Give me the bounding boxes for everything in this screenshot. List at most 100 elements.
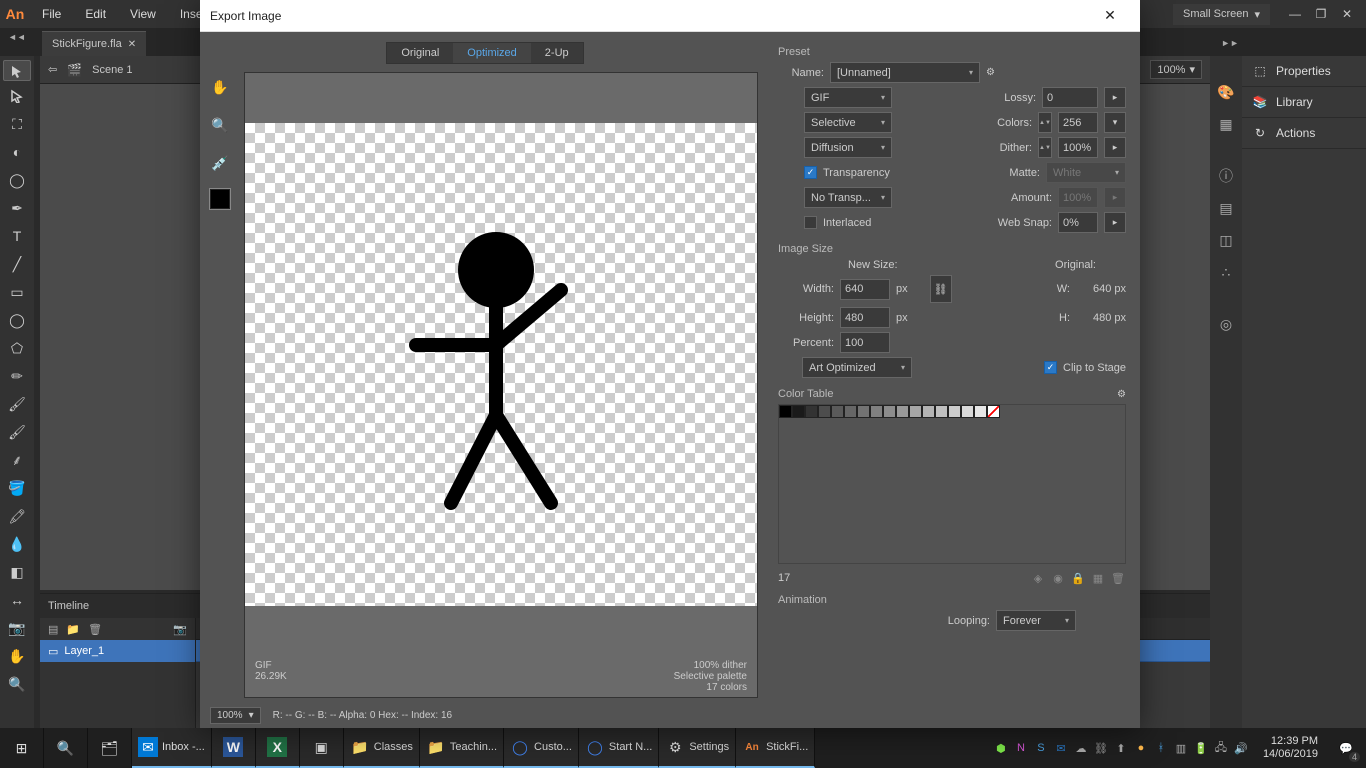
maximize-button[interactable]: ❐ (1312, 6, 1330, 22)
eyedropper-icon[interactable]: 💉 (207, 150, 233, 176)
add-color-icon[interactable]: ▦ (1090, 572, 1106, 588)
taskbar-item[interactable]: 🗂 (88, 728, 132, 768)
taskbar-item[interactable]: 📁Teachin... (420, 728, 504, 768)
ink-bottle-tool[interactable]: 🖍 (3, 503, 31, 529)
color-swatch[interactable] (857, 405, 870, 418)
components-panel-icon[interactable]: ∴ (1214, 260, 1238, 284)
dialog-titlebar[interactable]: Export Image ✕ (200, 0, 1140, 32)
color-table-options-icon[interactable]: ⚙ (1117, 389, 1126, 400)
tray-icon[interactable]: ⬆ (1113, 740, 1129, 756)
taskbar-item[interactable]: ◯Start N... (579, 728, 659, 768)
text-tool[interactable]: T (3, 223, 31, 249)
rectangle-tool[interactable]: ▭ (3, 279, 31, 305)
back-arrow-icon[interactable]: ⇦ (48, 63, 57, 76)
lossy-input[interactable]: 0 (1042, 87, 1098, 108)
interlaced-checkbox[interactable] (804, 216, 817, 229)
line-tool[interactable]: ╱ (3, 251, 31, 277)
taskbar-item[interactable]: AnStickFi... (736, 728, 815, 768)
colors-input[interactable]: 256 (1058, 112, 1098, 133)
transparency-dither-select[interactable]: No Transp... ▾ (804, 187, 892, 208)
battery-icon[interactable]: 🔋 (1193, 740, 1209, 756)
new-layer-icon[interactable]: ▤ (48, 623, 58, 636)
camera-toggle-icon[interactable]: 📷 (173, 623, 187, 636)
preset-name-select[interactable]: [Unnamed] ▾ (830, 62, 980, 83)
document-tab[interactable]: StickFigure.fla ✕ (42, 31, 146, 56)
tab-original[interactable]: Original (387, 43, 453, 63)
ellipse-marquee-tool[interactable]: ◯ (3, 167, 31, 193)
dither-slider-button[interactable]: ▸ (1104, 137, 1126, 158)
hand-tool-icon[interactable]: ✋ (207, 74, 233, 100)
color-panel-icon[interactable]: 🎨 (1214, 80, 1238, 104)
tray-icon[interactable]: ⬢ (993, 740, 1009, 756)
oval-tool[interactable]: ◯ (3, 307, 31, 333)
taskbar-item[interactable]: ◯Custo... (504, 728, 579, 768)
dither-input[interactable]: 100% (1058, 137, 1098, 158)
workspace-switcher[interactable]: Small Screen ▾ (1173, 4, 1270, 25)
transform-panel-icon[interactable]: ◫ (1214, 228, 1238, 252)
polystar-tool[interactable]: ⬠ (3, 335, 31, 361)
collapse-left-icon[interactable]: ◄◄ (8, 32, 26, 42)
bone-tool[interactable]: ⸙ (3, 447, 31, 473)
color-swatch[interactable] (779, 405, 792, 418)
color-swatch[interactable] (987, 405, 1000, 418)
brush-tool[interactable]: 🖌 (3, 391, 31, 417)
subselection-tool[interactable] (3, 83, 31, 109)
volume-icon[interactable]: 🔊 (1233, 740, 1249, 756)
tray-icon[interactable]: ✉ (1053, 740, 1069, 756)
tray-icon[interactable]: ▥ (1173, 740, 1189, 756)
eraser-tool[interactable]: ◧ (3, 559, 31, 585)
foreground-swatch[interactable] (209, 188, 231, 210)
taskbar-item[interactable]: 🔍 (44, 728, 88, 768)
color-swatch[interactable] (922, 405, 935, 418)
delete-color-icon[interactable]: 🗑 (1110, 572, 1126, 588)
info-panel-icon[interactable]: ⓘ (1214, 164, 1238, 188)
free-transform-tool[interactable]: ⛶ (3, 111, 31, 137)
colors-menu-button[interactable]: ▾ (1104, 112, 1126, 133)
transparency-checkbox[interactable]: ✓ (804, 166, 817, 179)
lasso-tool[interactable]: ◐ (3, 139, 31, 165)
taskbar-item[interactable]: ⚙Settings (659, 728, 736, 768)
taskbar-item[interactable]: W (212, 728, 256, 768)
color-swatch[interactable] (948, 405, 961, 418)
properties-panel-tab[interactable]: ⬚ Properties (1242, 56, 1366, 87)
link-dimensions-icon[interactable]: ⛓ (930, 275, 952, 303)
pen-tool[interactable]: ✒ (3, 195, 31, 221)
zoom-tool-panel[interactable]: 🔍 (3, 671, 31, 697)
taskbar-item[interactable]: ⊞ (0, 728, 44, 768)
clip-to-stage-checkbox[interactable]: ✓ (1044, 361, 1057, 374)
color-swatch[interactable] (961, 405, 974, 418)
tray-icon[interactable]: ☁ (1073, 740, 1089, 756)
websnap-slider-button[interactable]: ▸ (1104, 212, 1126, 233)
colors-stepper[interactable]: ▲▼ (1038, 112, 1052, 133)
shift-websafe-icon[interactable]: ◉ (1050, 572, 1066, 588)
zoom-tool-icon[interactable]: 🔍 (207, 112, 233, 138)
delete-layer-icon[interactable]: 🗑 (88, 623, 102, 636)
preview-canvas[interactable] (245, 123, 757, 606)
dialog-close-button[interactable]: ✕ (1090, 1, 1130, 31)
map-transp-icon[interactable]: ◈ (1030, 572, 1046, 588)
preview-zoom-select[interactable]: 100% ▾ (210, 707, 261, 724)
tray-icon[interactable]: ● (1133, 740, 1149, 756)
tab-2up[interactable]: 2-Up (531, 43, 583, 63)
close-app-button[interactable]: ✕ (1338, 6, 1356, 22)
taskbar-item[interactable]: ▣ (300, 728, 344, 768)
camera-tool[interactable]: 📷 (3, 615, 31, 641)
pencil-tool[interactable]: ✏ (3, 363, 31, 389)
system-tray[interactable]: ⬢ N S ✉ ☁ ⛓ ⬆ ● ᚼ ▥ 🔋 🖧 🔊 (987, 728, 1255, 768)
color-swatch[interactable] (909, 405, 922, 418)
eyedropper-tool[interactable]: 💧 (3, 531, 31, 557)
color-swatch[interactable] (792, 405, 805, 418)
color-swatch[interactable] (883, 405, 896, 418)
taskbar-clock[interactable]: 12:39 PM 14/06/2019 (1255, 735, 1326, 761)
taskbar-item[interactable]: ✉Inbox -... (132, 728, 212, 768)
percent-input[interactable]: 100 (840, 332, 890, 353)
lossy-slider-button[interactable]: ▸ (1104, 87, 1126, 108)
collapse-right-icon[interactable]: ►► (1221, 38, 1239, 48)
cc-libraries-icon[interactable]: ◎ (1214, 312, 1238, 336)
format-select[interactable]: GIF ▾ (804, 87, 892, 108)
new-folder-icon[interactable]: 📁 (66, 623, 80, 636)
tray-icon[interactable]: N (1013, 740, 1029, 756)
align-panel-icon[interactable]: ▤ (1214, 196, 1238, 220)
action-center-icon[interactable]: 💬4 (1326, 728, 1366, 768)
color-swatch[interactable] (870, 405, 883, 418)
